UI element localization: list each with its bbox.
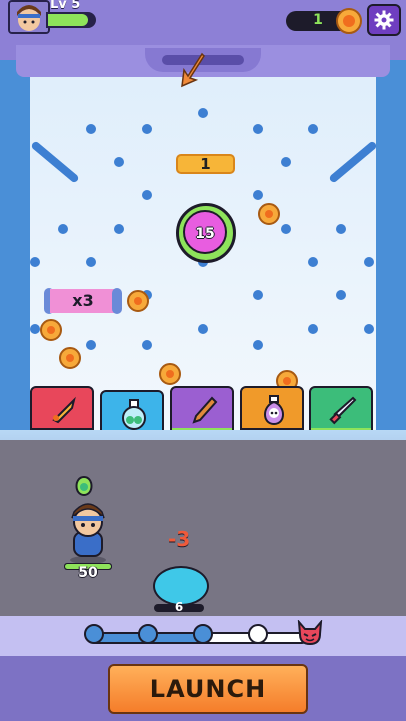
skull-potion-icon	[258, 394, 290, 430]
peg	[114, 224, 124, 234]
coin-count: 1	[313, 12, 323, 28]
peg	[198, 324, 208, 334]
peg	[336, 224, 346, 234]
peg	[308, 257, 318, 267]
peg	[86, 257, 96, 267]
peg	[142, 190, 152, 200]
launch-button[interactable]: LAUNCH	[108, 664, 308, 714]
coin-icon	[258, 203, 280, 225]
peg	[253, 290, 263, 300]
peg	[86, 124, 96, 134]
arrow-icon	[188, 394, 220, 430]
settings-button[interactable]	[367, 4, 401, 36]
peg	[198, 108, 208, 118]
peg	[281, 224, 291, 234]
knife-icon	[327, 394, 359, 430]
peg	[86, 340, 96, 350]
peg	[30, 257, 40, 267]
wave-node-3	[193, 624, 213, 644]
peg	[253, 340, 263, 350]
peg	[58, 224, 68, 234]
coin-icon	[127, 290, 149, 312]
board-left-wall	[0, 60, 30, 440]
potion-icon	[118, 398, 150, 434]
coin-icon	[159, 363, 181, 385]
player-level: Lv 5	[50, 0, 81, 12]
peg	[30, 324, 40, 334]
peg	[364, 257, 374, 267]
peg	[336, 290, 346, 300]
hero-character	[64, 500, 112, 568]
aim-arrow-icon	[176, 52, 206, 92]
wave-node-2	[138, 624, 158, 644]
peg	[281, 157, 291, 167]
coin-icon	[336, 8, 362, 38]
wave-node-4	[248, 624, 268, 644]
damage-number: -3	[168, 527, 191, 551]
peg	[308, 324, 318, 334]
peg	[308, 124, 318, 134]
peg	[253, 124, 263, 134]
rocket-icon	[48, 394, 80, 430]
multiplier-gate-3: x3	[50, 289, 116, 313]
coin-icon	[59, 347, 81, 369]
enemy-hp-value: 6	[174, 600, 184, 614]
peg	[142, 340, 152, 350]
boss-icon	[296, 619, 324, 646]
multiplier-cap-right	[112, 288, 122, 314]
bumper-hits-remaining: 15	[195, 226, 215, 242]
xp-bar-fill	[48, 14, 88, 26]
wave-node-1	[84, 624, 104, 644]
gear-icon	[374, 10, 394, 30]
coin-icon	[40, 319, 62, 341]
peg	[364, 324, 374, 334]
peg	[114, 157, 124, 167]
potion-buff-icon	[72, 475, 96, 501]
board-right-wall	[376, 60, 406, 440]
peg	[142, 124, 152, 134]
multiplier-gate-1: 1	[176, 154, 235, 174]
hero-hp-value: 50	[78, 565, 98, 581]
peg	[253, 190, 263, 200]
player-avatar[interactable]	[8, 0, 50, 34]
